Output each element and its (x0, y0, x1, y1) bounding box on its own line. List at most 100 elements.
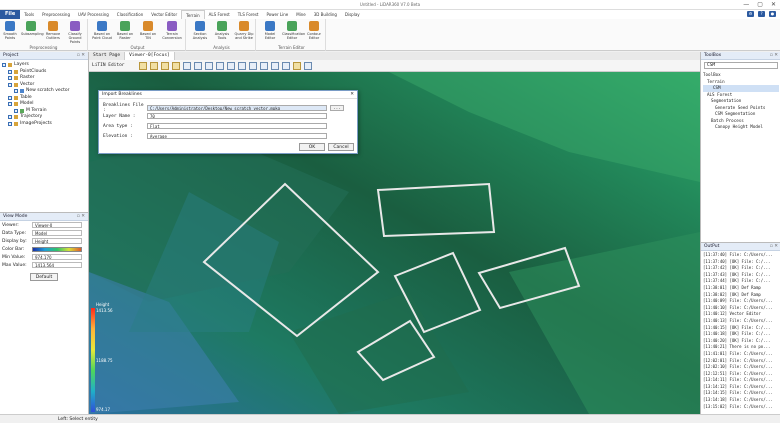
tab-start-page[interactable]: Start Page (89, 52, 126, 60)
pin-icon[interactable]: ▫ ✕ (770, 52, 778, 60)
ground-icon (70, 21, 80, 31)
smooth-points-button[interactable]: Smooth Points (0, 21, 20, 40)
toolbox-panel: ToolBox ▫ ✕ CSM ToolBox Terrain CSM ALS F… (701, 52, 780, 237)
data-type-label: Data Type: (2, 230, 27, 236)
subsampling-button[interactable]: Subsampling (21, 21, 44, 36)
pin-icon[interactable]: ▫ ✕ (77, 52, 85, 60)
tab-mine[interactable]: Mine (292, 10, 310, 19)
edit-vertex-icon[interactable] (172, 62, 180, 70)
color-bar-select[interactable] (32, 246, 82, 252)
draw-point-icon[interactable] (161, 62, 169, 70)
export-icon[interactable] (227, 62, 235, 70)
min-value-input[interactable]: 974.170 (32, 254, 82, 260)
brush-icon[interactable] (293, 62, 301, 70)
tab-viewer-0[interactable]: Viewer-0[Focus] (125, 52, 175, 60)
help-icon[interactable]: ? (758, 11, 765, 17)
output-line: [13:15:02] File: C:/Users/... (703, 403, 773, 409)
ribbon-group-output: Based on Point Cloud Based on Raster Bas… (90, 19, 186, 51)
ok-button[interactable]: OK (299, 143, 325, 151)
display-by-label: Display by: (2, 238, 27, 244)
close-button[interactable]: ✕ (771, 1, 776, 8)
folder-icon (14, 69, 18, 74)
layer-name-select[interactable]: 70 (147, 113, 327, 119)
output-line: [12:12:51] File: C:/Users/... (703, 370, 773, 376)
toolbox-search-input[interactable]: CSM (704, 62, 778, 69)
data-type-select[interactable]: Model (32, 230, 82, 236)
classify-ground-button[interactable]: Classify Ground Points (65, 21, 85, 44)
output-line: [11:37:40] File: C:/Users/... (703, 252, 773, 257)
tab-classification[interactable]: Classification (113, 10, 147, 19)
tab-power-line[interactable]: Power Line (263, 10, 293, 19)
output-line: [12:02:01] File: C:/Users/... (703, 357, 773, 363)
undo-icon[interactable] (260, 62, 268, 70)
draw-line-icon[interactable] (150, 62, 158, 70)
settings-icon[interactable]: ⚙ (747, 11, 754, 17)
output-line: [11:40:10] File: C:/Users/... (703, 304, 773, 310)
output-line: [11:41:01] File: C:/Users/... (703, 350, 773, 356)
draw-polygon-icon[interactable] (139, 62, 147, 70)
file-menu[interactable]: File (0, 10, 21, 19)
browse-button[interactable]: ... (330, 105, 344, 111)
minimize-button[interactable]: — (743, 1, 749, 8)
save-icon[interactable] (282, 62, 290, 70)
tab-display[interactable]: Display (341, 10, 364, 19)
import-icon[interactable] (216, 62, 224, 70)
tab-tls-forest[interactable]: TLS Forest (234, 10, 263, 19)
contour-editor-button[interactable]: Contour Editor (304, 21, 324, 40)
output-line: [12:02:10] File: C:/Users/... (703, 364, 773, 370)
toolbox-item-chm[interactable]: Canopy Height Model (703, 124, 779, 131)
breaklines-file-input[interactable]: C:/Users/Administrator/Desktop/New scrat… (147, 105, 327, 111)
quarry-dip-button[interactable]: Quarry Dip and Strike (234, 21, 254, 40)
max-value-input[interactable]: 1413.564 (32, 262, 82, 268)
redo-icon[interactable] (271, 62, 279, 70)
viewer-select[interactable]: Viewer-0 (32, 222, 82, 228)
conversion-icon (167, 21, 177, 31)
maximize-button[interactable]: ▢ (757, 1, 763, 8)
output-line: [11:40:15] [OK] File: C:/... (703, 324, 771, 330)
dialog-close-icon[interactable]: ✕ (350, 91, 354, 99)
user-icon[interactable]: ● (769, 11, 776, 17)
output-line: [11:40:18] [OK] File: C:/... (703, 331, 771, 337)
model-editor-button[interactable]: Model Editor (260, 21, 280, 40)
editor-name: LiTIN Editor (92, 63, 125, 68)
tree-item-imageprojects[interactable]: ImageProjects (2, 121, 86, 128)
based-on-tin-button[interactable]: Based on TIN (138, 21, 158, 40)
default-button[interactable]: Default (30, 273, 58, 281)
menu-bar: File Tools Preprocessing UAV Processing … (0, 9, 780, 20)
repair-icon[interactable] (205, 62, 213, 70)
delete-icon[interactable] (249, 62, 257, 70)
output-line: [11:37:40] [OK] File: C:/... (703, 258, 771, 264)
output-line: [11:40:12] Vector Editor (703, 311, 761, 317)
tab-terrain[interactable]: Terrain (181, 9, 205, 20)
folder-icon (14, 76, 18, 81)
flatten-icon[interactable] (183, 62, 191, 70)
pin-icon[interactable]: ▫ ✕ (770, 243, 778, 251)
classification-editor-button[interactable]: Classification Editor (282, 21, 305, 40)
tab-uav-processing[interactable]: UAV Processing (74, 10, 113, 19)
elevation-select[interactable]: Average (147, 133, 327, 139)
analysis-tools-button[interactable]: Analysis Tools (212, 21, 232, 40)
smooth-icon[interactable] (194, 62, 202, 70)
tab-vector-editor[interactable]: Vector Editor (147, 10, 181, 19)
based-on-point-cloud-button[interactable]: Based on Point Cloud (92, 21, 112, 40)
area-type-select[interactable]: Flat (147, 123, 327, 129)
quarry-icon (239, 21, 249, 31)
pin-icon[interactable]: ▫ ✕ (77, 213, 85, 221)
contour-editor-icon (309, 21, 319, 31)
output-line: [13:14:15] File: C:/Users/... (703, 390, 773, 396)
tab-tools[interactable]: Tools (20, 10, 38, 19)
right-panels: ToolBox ▫ ✕ CSM ToolBox Terrain CSM ALS F… (700, 52, 780, 414)
select-icon[interactable] (238, 62, 246, 70)
based-on-raster-button[interactable]: Based on Raster (115, 21, 135, 40)
ribbon-group-analysis: Section Analysis Analysis Tools Quarry D… (188, 19, 256, 51)
remove-outliers-button[interactable]: Remove Outliers (43, 21, 63, 40)
tab-preprocessing[interactable]: Preprocessing (38, 10, 74, 19)
cancel-button[interactable]: Cancel (328, 143, 354, 151)
section-analysis-button[interactable]: Section Analysis (190, 21, 210, 40)
display-by-select[interactable]: Height (32, 238, 82, 244)
tab-als-forest[interactable]: ALS Forest (205, 10, 234, 19)
terrain-conversion-button[interactable]: Terrain Conversion (162, 21, 182, 40)
folder-icon (8, 63, 12, 68)
tab-3d-building[interactable]: 3D Building (310, 10, 341, 19)
exit-icon[interactable] (304, 62, 312, 70)
